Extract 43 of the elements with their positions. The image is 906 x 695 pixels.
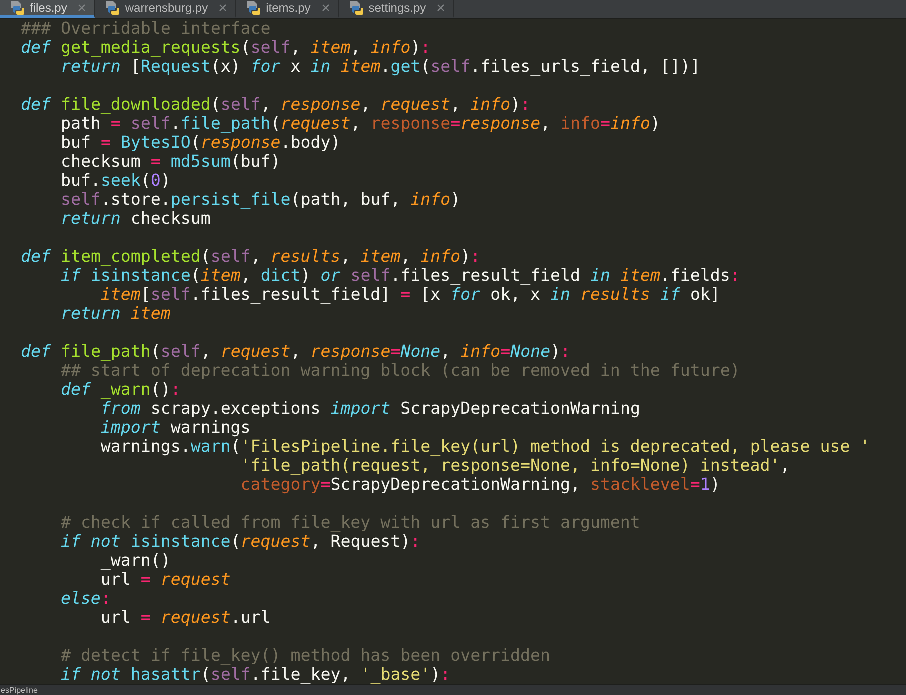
breadcrumb-text: esPipeline (0, 685, 38, 695)
close-icon[interactable] (78, 4, 86, 12)
code-line: # check if called from file_key with url as first argument (60, 513, 640, 532)
code-line: def file_downloaded(self, response, request, info): (21, 95, 531, 114)
python-file-icon (105, 0, 120, 15)
code-line: ### Overridable interface (21, 19, 271, 38)
code-line: path = self.file_path(request, response=response, info=info) (60, 114, 661, 133)
python-file-icon (246, 0, 262, 15)
code-line: self.store.persist_file(path, buf, info) (60, 190, 461, 209)
close-icon[interactable] (322, 4, 330, 12)
editor-tab[interactable]: items.py (236, 0, 339, 18)
editor-tab[interactable]: settings.py (338, 0, 454, 18)
code-line: item[self.files_result_field] = [x for ok, x in results if ok] (100, 285, 720, 304)
python-file-icon (348, 0, 364, 15)
close-icon[interactable] (437, 4, 446, 12)
code-line: return [Request(x) for x in item.get(self.files_urls_field, [])] (60, 57, 700, 76)
code-line: url = request.url (100, 608, 271, 627)
editor-tab[interactable]: warrensburg.py (95, 0, 236, 18)
code-line: buf = BytesIO(response.body) (60, 133, 341, 152)
code-line: category=ScrapyDeprecationWarning, stacklevel=1) (240, 475, 720, 494)
python-file-icon (10, 0, 25, 15)
code-line: from scrapy.exceptions import ScrapyDeprecationWarning (100, 399, 640, 418)
code-line: def _warn(): (60, 380, 181, 399)
editor-tab[interactable]: files.py (0, 0, 96, 18)
code-line: if not hasattr(self.file_key, '_base'): (60, 665, 451, 684)
code-line: return item (60, 304, 171, 323)
code-line: _warn() (100, 551, 171, 570)
code-line: 'file_path(request, response=None, info=None) instead', (240, 456, 790, 475)
code-line: # detect if file_key() method has been overridden (60, 646, 550, 665)
code-line: import warnings (100, 418, 251, 437)
code-line: else: (60, 589, 111, 608)
code-line: if isinstance(item, dict) or self.files_result_field in item.fields: (60, 266, 740, 285)
code-line: url = request (100, 570, 231, 589)
code-line: warnings.warn('FilesPipeline.file_key(url) method is deprecated, please use ' (100, 437, 870, 456)
code-line: def item_completed(self, results, item, info): (21, 247, 481, 266)
code-line: return checksum (60, 209, 211, 228)
code-line: buf.seek(0) (60, 171, 171, 190)
code-line: if not isinstance(request, Request): (60, 532, 421, 551)
code-line: ## start of deprecation warning block (can be removed in the future) (60, 361, 740, 380)
code-line: def get_media_requests(self, item, info): (21, 38, 431, 57)
code-line: checksum = md5sum(buf) (60, 152, 281, 171)
close-icon[interactable] (219, 4, 228, 12)
code-line: def file_path(self, request, response=None, info=None): (21, 342, 571, 361)
